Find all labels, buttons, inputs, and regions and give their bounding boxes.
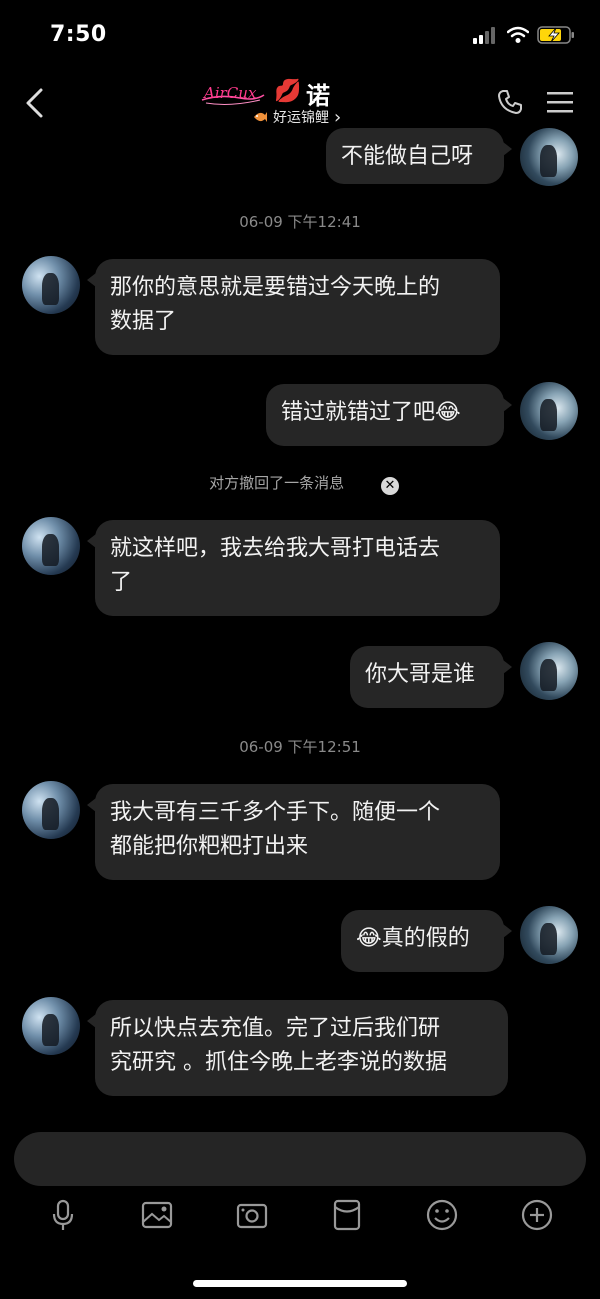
- message-bubble-mine[interactable]: 不能做自己呀: [326, 128, 512, 184]
- hamburger-menu-icon[interactable]: [546, 90, 574, 114]
- timestamp: 06-09 下午12:41: [239, 213, 361, 231]
- emoji-icon[interactable]: [425, 1198, 459, 1232]
- brand-logo: AirCux: [201, 84, 265, 105]
- my-avatar[interactable]: [520, 906, 578, 964]
- signal-icon: [473, 26, 499, 44]
- message-bubble-contact[interactable]: 我大哥有三千多个手下。随便一个 都能把你粑粑打出来: [87, 784, 500, 880]
- camera-icon[interactable]: [235, 1198, 269, 1232]
- badge-label: 好运锦鲤: [273, 110, 329, 126]
- phone-icon[interactable]: [496, 88, 524, 116]
- message-bubble-contact[interactable]: 所以快点去充值。完了过后我们研 究研究 。抓住今晚上老李说的数据: [87, 1000, 508, 1096]
- microphone-icon[interactable]: [46, 1198, 80, 1232]
- timestamp: 06-09 下午12:51: [239, 738, 361, 756]
- message-bubble-mine[interactable]: 错过就错过了吧😂: [266, 384, 512, 446]
- message-input[interactable]: [14, 1132, 586, 1186]
- back-button[interactable]: [20, 86, 50, 120]
- home-indicator[interactable]: [193, 1280, 407, 1287]
- my-avatar[interactable]: [520, 382, 578, 440]
- plus-icon[interactable]: [520, 1198, 554, 1232]
- my-avatar[interactable]: [520, 128, 578, 186]
- brand-logo-text: AirCux: [202, 84, 257, 102]
- wifi-icon: [507, 26, 529, 43]
- status-time: 7:50: [50, 22, 107, 47]
- lucky-koi-badge[interactable]: 好运锦鲤 ›: [252, 106, 341, 128]
- recall-notice: 对方撤回了一条消息 ✕: [0, 472, 600, 495]
- recall-notice-text: 对方撤回了一条消息: [209, 474, 345, 492]
- contact-avatar[interactable]: [22, 256, 80, 314]
- chevron-right-icon: ›: [334, 106, 342, 128]
- image-icon[interactable]: [140, 1198, 174, 1232]
- red-packet-icon[interactable]: [330, 1198, 364, 1232]
- kiss-lips-icon: 💋: [274, 79, 302, 104]
- message-bubble-contact[interactable]: 就这样吧，我去给我大哥打电话去 了: [87, 520, 500, 616]
- message-bubble-contact[interactable]: 那你的意思就是要错过今天晚上的 数据了: [87, 259, 500, 355]
- close-icon[interactable]: ✕: [380, 476, 399, 495]
- contact-avatar[interactable]: [22, 517, 80, 575]
- message-bubble-mine[interactable]: 😂真的假的: [341, 910, 512, 972]
- contact-avatar[interactable]: [22, 781, 80, 839]
- contact-avatar[interactable]: [22, 997, 80, 1055]
- koi-fish-icon: [254, 112, 267, 122]
- my-avatar[interactable]: [520, 642, 578, 700]
- battery-icon: [537, 26, 574, 44]
- message-bubble-mine[interactable]: 你大哥是谁: [350, 646, 512, 708]
